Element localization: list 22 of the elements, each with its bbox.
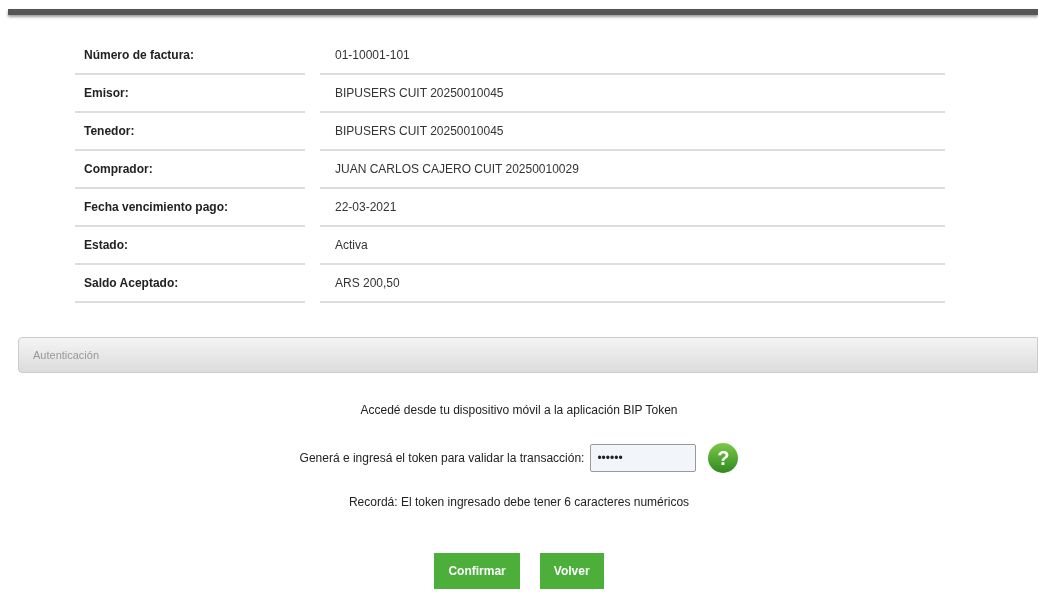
reminder-text: Recordá: El token ingresado debe tener 6 caracteres numéricos bbox=[348, 494, 690, 511]
field-value: BIPUSERS CUIT 20250010045 bbox=[320, 75, 945, 113]
field-label: Fecha vencimiento pago: bbox=[75, 189, 305, 227]
confirm-button[interactable]: Confirmar bbox=[434, 553, 520, 589]
back-button[interactable]: Volver bbox=[539, 553, 604, 589]
field-label: Estado: bbox=[75, 227, 305, 265]
field-value: BIPUSERS CUIT 20250010045 bbox=[320, 113, 945, 151]
field-label: Comprador: bbox=[75, 151, 305, 189]
field-value: Activa bbox=[320, 227, 945, 265]
field-value: 01-10001-101 bbox=[320, 37, 945, 75]
token-label: Generá e ingresá el token para validar la transacción: bbox=[299, 450, 585, 467]
help-icon[interactable]: ? bbox=[708, 443, 739, 473]
field-label: Saldo Aceptado: bbox=[75, 265, 305, 303]
field-value: JUAN CARLOS CAJERO CUIT 20250010029 bbox=[320, 151, 945, 189]
section-header: Autenticación bbox=[18, 337, 1038, 373]
field-label: Tenedor: bbox=[75, 113, 305, 151]
field-value: ARS 200,50 bbox=[320, 265, 945, 303]
field-value: 22-03-2021 bbox=[320, 189, 945, 227]
instruction-text: Accedé desde tu dispositivo móvil a la aplicación BIP Token bbox=[360, 402, 678, 419]
field-label: Número de factura: bbox=[75, 37, 305, 75]
token-field[interactable]: •••••• bbox=[590, 444, 697, 472]
field-label: Emisor: bbox=[75, 75, 305, 113]
